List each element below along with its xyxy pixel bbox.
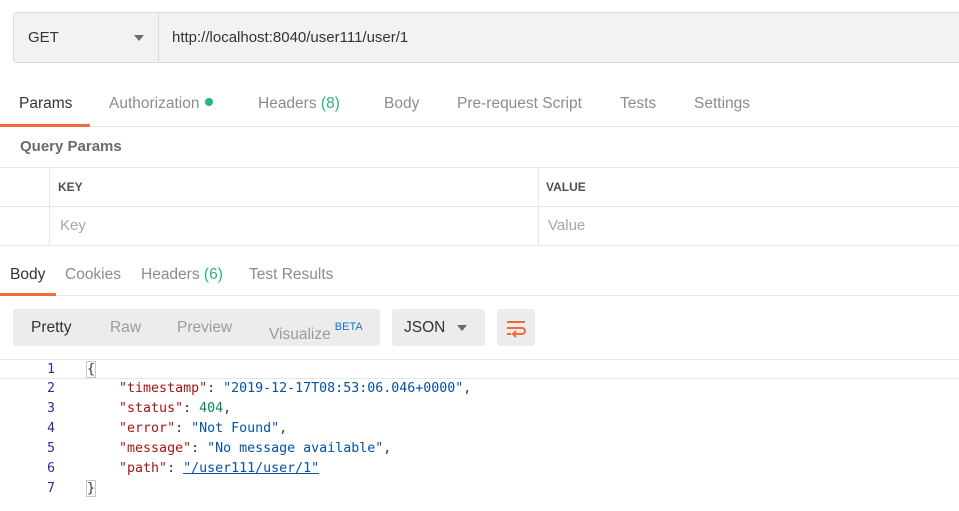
json-comma: ,	[279, 421, 288, 436]
tab-count: (8)	[320, 95, 340, 112]
json-key: "error"	[119, 421, 176, 436]
code-line: 2 "timestamp": "2019-12-17T08:53:06.046+…	[0, 379, 959, 399]
request-tabs: Params Authorization Headers (8) Body Pr…	[0, 83, 959, 127]
code-content: }	[85, 479, 97, 499]
view-mode-group: Pretty Raw Preview Visualize BETA	[13, 309, 380, 346]
code-content: "message": "No message available",	[119, 441, 392, 456]
tab-count: (6)	[203, 266, 223, 283]
json-comma: ,	[383, 441, 392, 456]
url-input[interactable]: http://localhost:8040/user111/user/1	[159, 13, 959, 62]
tab-label: Params	[19, 95, 73, 112]
row-gutter	[49, 207, 50, 245]
line-number: 1	[47, 362, 55, 377]
tab-label: Settings	[694, 95, 751, 112]
format-select[interactable]: JSON	[392, 309, 485, 346]
path-link[interactable]: "/user111/user/1"	[183, 461, 319, 476]
response-tabs: Body Cookies Headers (6) Test Results	[0, 245, 959, 296]
tab-label: Body	[384, 95, 420, 112]
json-value: "No message available"	[207, 441, 384, 456]
code-content: "error": "Not Found",	[119, 421, 288, 436]
wrap-lines-icon	[507, 320, 526, 338]
tab-label: Cookies	[65, 266, 121, 283]
json-key: "status"	[119, 401, 184, 416]
json-key: "path"	[119, 461, 168, 476]
chevron-down-icon	[457, 324, 467, 331]
pretty-button[interactable]: Pretty	[31, 309, 71, 346]
value-column-header: VALUE	[546, 180, 586, 194]
key-input[interactable]: Key	[60, 207, 86, 245]
wrap-lines-button[interactable]	[497, 309, 535, 346]
json-value: "2019-12-17T08:53:06.046+0000"	[223, 381, 464, 396]
value-input[interactable]: Value	[548, 207, 585, 245]
raw-button[interactable]: Raw	[110, 309, 141, 346]
tab-label: Tests	[620, 95, 657, 112]
table-row: Key Value	[0, 207, 959, 246]
query-params-title: Query Params	[20, 138, 122, 155]
visualize-button[interactable]: Visualize BETA	[269, 309, 363, 353]
line-number: 7	[47, 481, 55, 496]
tab-label: Authorization	[109, 95, 200, 112]
response-tab-test-results[interactable]: Test Results	[249, 246, 333, 304]
visualize-label: Visualize	[269, 326, 331, 343]
response-tab-cookies[interactable]: Cookies	[65, 246, 121, 304]
preview-button[interactable]: Preview	[177, 309, 232, 346]
line-number: 6	[47, 461, 55, 476]
table-header-row: KEY VALUE	[0, 168, 959, 207]
column-divider	[538, 207, 539, 245]
code-line: 5 "message": "No message available",	[0, 439, 959, 459]
json-value: "Not Found"	[191, 421, 280, 436]
column-divider	[538, 168, 539, 206]
tab-label: Body	[10, 266, 46, 283]
open-brace: {	[85, 361, 97, 378]
json-comma: ,	[463, 381, 472, 396]
json-value: 404	[199, 401, 224, 416]
code-line: 6 "path": "/user111/user/1"	[0, 459, 959, 479]
query-params-table: KEY VALUE Key Value	[0, 167, 959, 246]
code-line: 7 }	[0, 479, 959, 499]
line-number: 2	[47, 381, 55, 396]
active-tab-indicator	[0, 293, 56, 296]
beta-badge: BETA	[334, 321, 363, 333]
tab-tests[interactable]: Tests	[620, 83, 656, 127]
method-label: GET	[28, 29, 59, 46]
request-bar: GET http://localhost:8040/user111/user/1	[13, 12, 959, 63]
row-gutter	[49, 168, 50, 206]
tab-authorization[interactable]: Authorization	[109, 83, 214, 127]
json-key: "message"	[119, 441, 192, 456]
tab-label: Headers	[258, 95, 317, 112]
code-content: "timestamp": "2019-12-17T08:53:06.046+00…	[119, 381, 472, 396]
tab-headers[interactable]: Headers (8)	[258, 83, 340, 127]
json-key: "timestamp"	[119, 381, 208, 396]
line-number: 3	[47, 401, 55, 416]
tab-settings[interactable]: Settings	[694, 83, 750, 127]
tab-params[interactable]: Params	[19, 83, 72, 127]
code-line: 1 {	[0, 359, 959, 379]
line-number: 5	[47, 441, 55, 456]
chevron-down-icon	[134, 34, 144, 41]
method-select[interactable]: GET	[14, 13, 159, 62]
tab-body[interactable]: Body	[384, 83, 419, 127]
key-column-header: KEY	[58, 180, 83, 194]
code-content: {	[85, 360, 97, 380]
tab-pre-request-script[interactable]: Pre-request Script	[457, 83, 582, 127]
green-dot-icon	[205, 98, 214, 106]
json-comma: ,	[223, 401, 232, 416]
tab-label: Pre-request Script	[457, 95, 582, 112]
line-number: 4	[47, 421, 55, 436]
code-content: "path": "/user111/user/1"	[119, 461, 320, 476]
response-tab-headers[interactable]: Headers (6)	[141, 246, 223, 304]
code-line: 3 "status": 404,	[0, 399, 959, 419]
code-content: "status": 404,	[119, 401, 232, 416]
tab-label: Headers	[141, 266, 200, 283]
format-label: JSON	[404, 318, 446, 336]
close-brace: }	[85, 480, 97, 497]
tab-label: Test Results	[249, 266, 334, 283]
active-tab-indicator	[0, 124, 90, 127]
code-line: 4 "error": "Not Found",	[0, 419, 959, 439]
